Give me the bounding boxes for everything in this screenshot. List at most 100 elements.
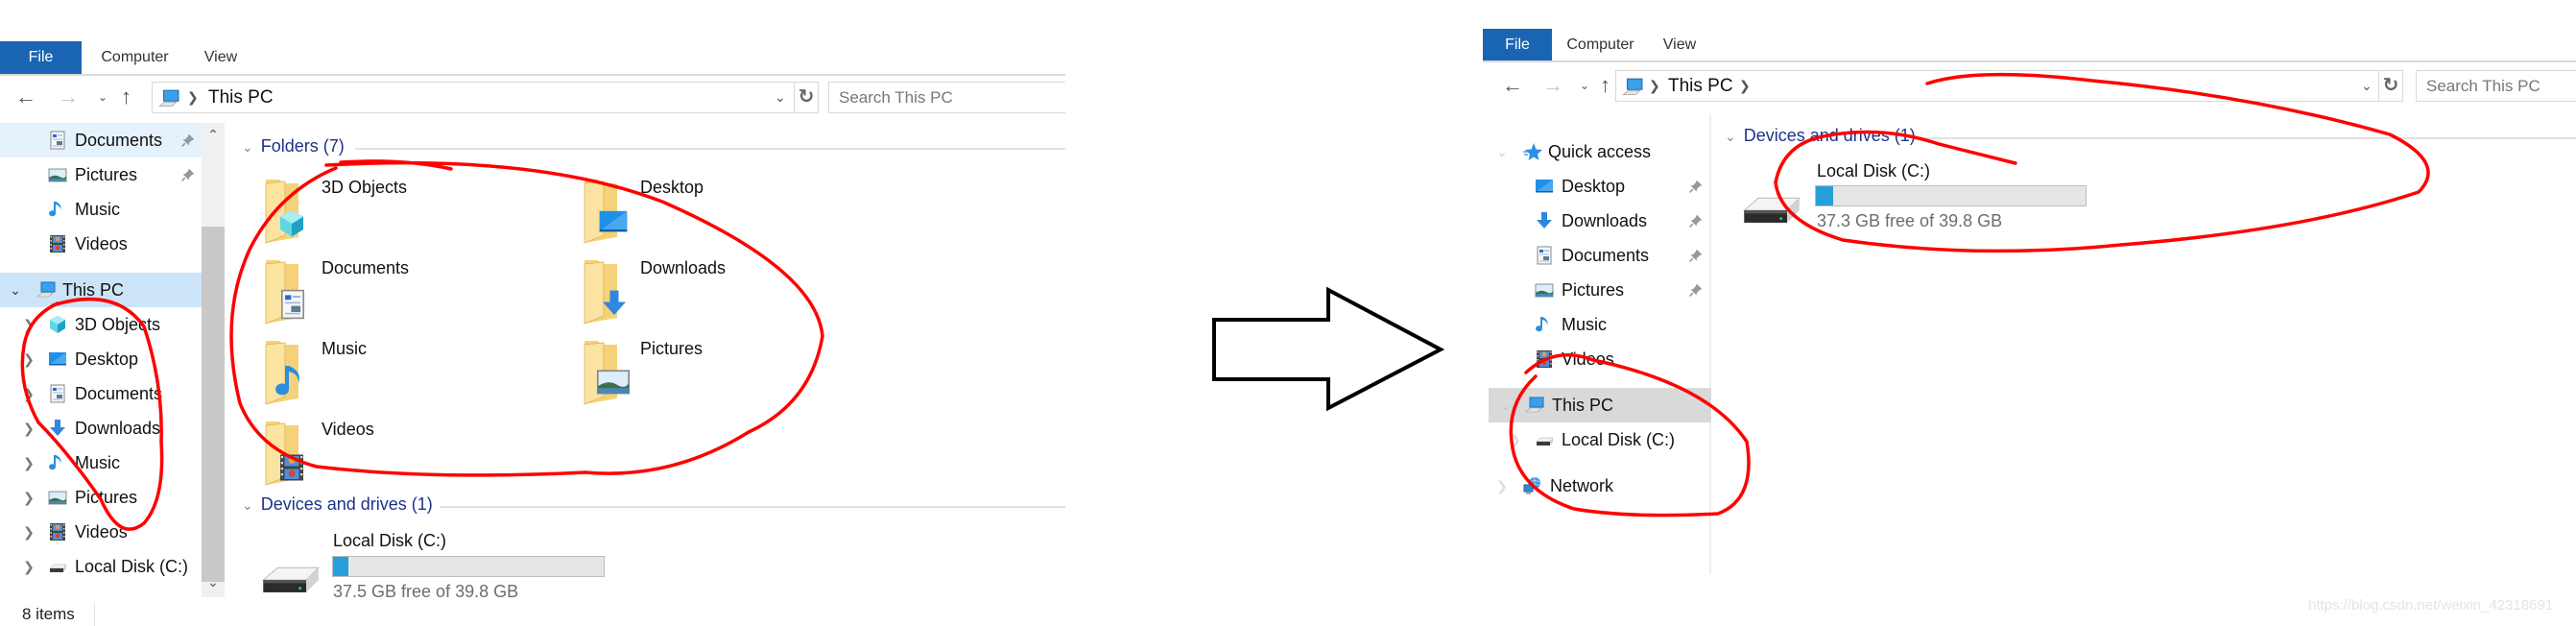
breadcrumb-separator[interactable]: ❯ [1739,71,1751,101]
refresh-button[interactable]: ↻ [794,82,819,113]
nav-item-documents[interactable]: ❯ Documents [0,376,202,411]
drive-usage-bar [1815,185,2087,206]
forward-button[interactable]: → [1542,71,1563,100]
videos-icon [277,446,306,489]
nav-item-quick-downloads[interactable]: Downloads [1483,204,1709,238]
address-bar[interactable]: ❯ This PC ❯ ⌄ [1615,70,2379,102]
address-bar[interactable]: ❯ This PC ⌄ [152,82,795,113]
nav-item-downloads[interactable]: ❯ Downloads [0,411,202,445]
refresh-button[interactable]: ↻ [2378,70,2403,102]
downloads-icon [48,419,67,438]
address-dropdown-icon[interactable]: ⌄ [2361,71,2373,101]
pin-icon[interactable] [1688,282,1704,298]
ribbon-tab-view[interactable]: View [192,41,250,74]
nav-item-pictures[interactable]: ❯ Pictures [0,480,202,515]
expand-chevron-icon[interactable]: ❯ [1494,469,1510,503]
pictures-icon [48,165,67,184]
group-divider [440,506,1065,508]
drive-usage-bar [332,556,605,577]
expand-chevron-icon[interactable]: ❯ [21,307,36,342]
collapse-chevron-icon[interactable]: ⌄ [1498,388,1514,422]
nav-item-quick-desktop[interactable]: Desktop [1483,169,1709,204]
nav-item-3d-objects[interactable]: ❯ 3D Objects [0,307,202,342]
group-collapse-icon[interactable]: ⌄ [242,497,253,513]
expand-chevron-icon[interactable]: ❯ [21,515,36,549]
pictures-icon [1535,280,1554,300]
scroll-up-arrow-icon[interactable]: ⌃ [202,127,225,143]
nav-item-label: Pictures [75,488,138,507]
nav-item-quick-pictures[interactable]: Pictures [0,157,202,192]
videos-icon [48,522,67,542]
nav-item-local-disk[interactable]: ❯ Local Disk (C:) [1483,422,1709,457]
nav-item-this-pc[interactable]: ⌄ This PC [0,273,202,307]
nav-item-quick-music[interactable]: Music [0,192,202,227]
ribbon-tab-computer[interactable]: Computer [94,41,176,74]
nav-item-label: This PC [1552,396,1614,415]
devices-group-header[interactable]: ⌄ Devices and drives (1) [242,494,433,515]
back-button[interactable]: ← [1502,71,1523,100]
nav-item-quick-music[interactable]: Music [1483,307,1709,342]
expand-chevron-icon[interactable]: ❯ [21,342,36,376]
expand-chevron-icon[interactable]: ❯ [21,480,36,515]
nav-item-label: Documents [1562,246,1650,265]
computer-icon [1622,77,1643,98]
pictures-icon [596,362,631,400]
recent-locations-button[interactable]: ⌄ [1580,71,1589,100]
forward-button[interactable]: → [58,83,79,111]
search-input[interactable]: Search This PC [828,82,1065,113]
nav-item-quick-access[interactable]: ⌄ Quick access [1483,134,1709,169]
breadcrumb-this-pc[interactable]: This PC [1668,71,1733,101]
ribbon-tab-file[interactable]: File [1483,29,1552,61]
breadcrumb-this-pc[interactable]: This PC [208,83,274,112]
drive-icon [259,557,321,599]
collapse-chevron-icon[interactable]: ⌄ [8,273,23,307]
scroll-down-arrow-icon[interactable]: ⌄ [202,574,225,590]
nav-item-local-disk[interactable]: ❯ Local Disk (C:) [0,549,202,584]
expand-chevron-icon[interactable]: ❯ [21,549,36,584]
folders-group-header[interactable]: ⌄ Folders (7) [242,136,345,156]
up-button[interactable]: ↑ [1600,71,1610,100]
devices-group-header[interactable]: ⌄ Devices and drives (1) [1725,126,1916,146]
group-collapse-icon[interactable]: ⌄ [1725,129,1736,144]
expand-chevron-icon[interactable]: ❯ [1508,422,1523,457]
pin-icon[interactable] [1688,179,1704,194]
nav-item-label: Videos [1562,349,1614,369]
recent-locations-button[interactable]: ⌄ [98,83,107,111]
nav-item-quick-documents[interactable]: Documents [0,123,202,157]
search-input[interactable]: Search This PC [2416,70,2576,102]
pin-icon[interactable] [180,132,196,148]
up-button[interactable]: ↑ [121,83,131,111]
expand-chevron-icon[interactable]: ❯ [21,411,36,445]
pin-icon[interactable] [1688,248,1704,263]
ribbon-tab-computer[interactable]: Computer [1560,29,1641,61]
nav-item-this-pc[interactable]: ⌄ This PC [1489,388,1711,422]
nav-item-quick-videos[interactable]: Videos [0,227,202,261]
nav-item-desktop[interactable]: ❯ Desktop [0,342,202,376]
expand-chevron-icon[interactable]: ❯ [21,376,36,411]
nav-item-network[interactable]: ❯ Network [1483,469,1709,503]
ribbon-tab-view[interactable]: View [1651,29,1708,61]
computer-icon [158,88,179,109]
nav-item-quick-pictures[interactable]: Pictures [1483,273,1709,307]
address-dropdown-icon[interactable]: ⌄ [775,83,786,112]
nav-scrollbar-thumb[interactable] [202,227,225,582]
3d-objects-icon [277,206,306,241]
group-collapse-icon[interactable]: ⌄ [242,139,253,155]
collapse-chevron-icon[interactable]: ⌄ [1494,134,1510,169]
pin-icon[interactable] [1688,213,1704,229]
nav-item-label: Music [75,453,121,472]
pin-icon[interactable] [180,167,196,182]
nav-item-quick-documents[interactable]: Documents [1483,238,1709,273]
documents-icon [48,131,67,150]
pane-divider [1709,113,1711,574]
back-button[interactable]: ← [15,83,36,111]
nav-item-label: Local Disk (C:) [1562,430,1676,449]
nav-item-quick-videos[interactable]: Videos [1483,342,1709,376]
nav-item-music[interactable]: ❯ Music [0,445,202,480]
nav-item-videos[interactable]: ❯ Videos [0,515,202,549]
ribbon-tab-file[interactable]: File [0,41,82,74]
folder-label: Downloads [640,258,727,277]
folder-label: Music [322,339,368,358]
expand-chevron-icon[interactable]: ❯ [21,445,36,480]
watermark: https://blog.csdn.net/weixin_42318691 [2308,597,2554,614]
